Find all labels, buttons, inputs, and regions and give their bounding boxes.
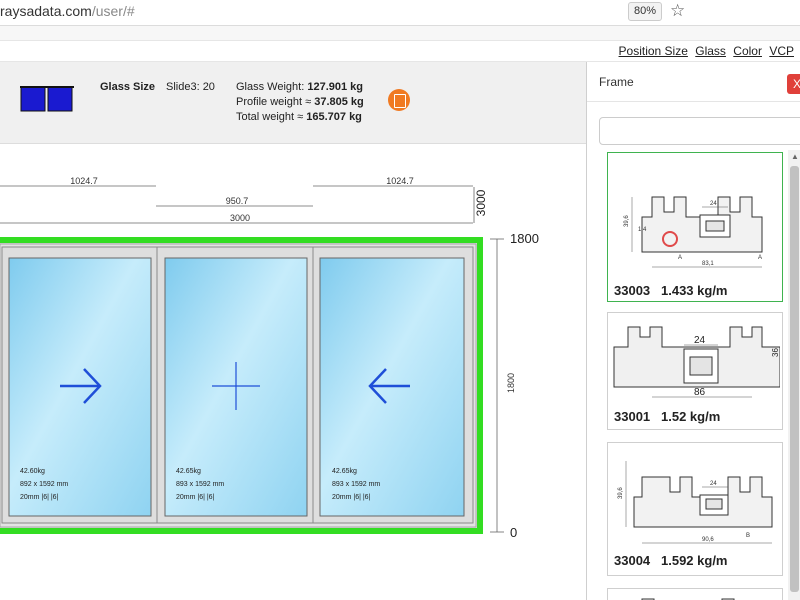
side-panel-header: Frame X: [587, 62, 800, 102]
nav-color[interactable]: Color: [733, 44, 762, 58]
profile-weight-row: Profile weight ≈ 37.805 kg: [236, 96, 364, 108]
profile-code: 33001: [614, 409, 651, 424]
profile-c-dim-24: 24: [710, 481, 717, 487]
browser-bar: raysadata.com/user/# 80% ☆: [0, 0, 800, 26]
dim-total: 3000: [230, 213, 250, 223]
nav-links: Position Size Glass Color VCP: [615, 44, 794, 58]
slide-label: Slide3: 20: [166, 81, 215, 93]
profile-card-label: 33001 1.52 kg/m: [614, 409, 720, 424]
pane-1-size: 892 x 1592 mm: [20, 481, 68, 488]
pane-1-spec: 20mm |6| |6|: [20, 494, 59, 501]
profile-c-mark: B: [746, 533, 750, 539]
profile-weight-value: 37.805 kg: [314, 96, 364, 108]
profile-a-dim-24: 24: [710, 201, 717, 207]
profile-search-input[interactable]: [599, 117, 800, 145]
pane-3-spec: 20mm |6| |6|: [332, 494, 371, 501]
pane-2-weight: 42.65kg: [176, 468, 201, 475]
profile-a-mark-right: A: [758, 255, 762, 261]
profile-b-dim-86: 86: [694, 387, 706, 398]
profile-code: 33004: [614, 553, 651, 568]
profile-card-33004[interactable]: 39,6 24 90,6 B 33004 1.592 kg/m: [607, 442, 783, 576]
glass-weight-value: 127.901 kg: [307, 81, 363, 93]
pane-3-size: 893 x 1592 mm: [332, 481, 380, 488]
profile-c-dim-39: 39,6: [618, 487, 624, 499]
glass-weight-row: Glass Weight: 127.901 kg: [236, 81, 363, 93]
dim-middle: 950.7: [226, 196, 249, 206]
app-strip: [0, 26, 800, 40]
address-bar[interactable]: raysadata.com/user/#: [0, 3, 135, 19]
profile-drawing-33001: 24 86 36: [613, 326, 780, 398]
profile-drawing-partial: [641, 598, 735, 600]
window-thumbnail[interactable]: [20, 86, 74, 112]
profile-c-dim-90: 90,6: [702, 537, 714, 543]
nav-vcp[interactable]: VCP: [769, 44, 794, 58]
dim-height-mid: 1800: [506, 373, 516, 393]
dim-left: 1024.7: [70, 176, 98, 186]
profile-weight: 1.433 kg/m: [661, 283, 728, 298]
pane-2-size: 893 x 1592 mm: [176, 481, 224, 488]
profile-a-dim-83: 83,1: [702, 261, 714, 267]
profile-drawing-33004: 39,6 24 90,6 B: [618, 461, 773, 544]
close-button[interactable]: X: [787, 74, 800, 94]
profile-b-dim-24: 24: [694, 335, 706, 346]
dim-height-bottom: 0: [510, 525, 517, 540]
pane-3-weight: 42.65kg: [332, 468, 357, 475]
dim-height-top: 1800: [510, 231, 539, 246]
pane-1-weight: 42.60kg: [20, 468, 45, 475]
scroll-thumb[interactable]: [790, 166, 799, 592]
scroll-up-icon[interactable]: ▲: [791, 152, 799, 161]
profile-drawing-33003: 39,6 1,4 24 83,1 A A: [624, 196, 763, 268]
dim-total-vertical: 3000: [474, 189, 488, 216]
profile-a-dim-39: 39,6: [624, 215, 630, 227]
profile-card-33003[interactable]: 39,6 1,4 24 83,1 A A 33003 1.433 kg/m: [607, 152, 783, 302]
weights-summary: Glass Weight: 127.901 kg Profile weight …: [236, 80, 364, 125]
profile-b-dim-36: 36: [771, 348, 780, 357]
dim-right: 1024.7: [386, 176, 414, 186]
profile-weight: 1.52 kg/m: [661, 409, 721, 424]
nav-glass[interactable]: Glass: [695, 44, 726, 58]
glass-size-label: Glass Size: [100, 81, 156, 93]
url-host: raysadata.com: [0, 3, 92, 19]
nav-bar: Position Size Glass Color VCP: [0, 40, 800, 62]
profile-a-mark-left: A: [678, 255, 682, 261]
zoom-badge[interactable]: 80%: [628, 2, 662, 21]
window-drawing: 1024.7 1024.7 950.7 3000 3000 1800 1800 …: [0, 176, 539, 540]
profile-weight: 1.592 kg/m: [661, 553, 728, 568]
total-weight-row: Total weight ≈ 165.707 kg: [236, 111, 362, 123]
side-panel-scrollbar[interactable]: ▲: [788, 150, 800, 600]
total-weight-value: 165.707 kg: [306, 111, 362, 123]
pane-2-spec: 20mm |6| |6|: [176, 494, 215, 501]
star-icon[interactable]: ☆: [670, 1, 685, 21]
export-icon[interactable]: [388, 89, 410, 111]
profile-card-partial[interactable]: [607, 588, 783, 600]
profile-card-33001[interactable]: 24 86 36 33001 1.52 kg/m: [607, 312, 783, 430]
profile-card-label: 33003 1.433 kg/m: [614, 283, 728, 298]
side-panel-title: Frame: [599, 75, 634, 89]
profile-list: 39,6 1,4 24 83,1 A A 33003 1.433 kg/m 24…: [587, 152, 787, 600]
url-path: /user/#: [91, 3, 135, 19]
profile-card-label: 33004 1.592 kg/m: [614, 553, 728, 568]
frame-side-panel: Frame X 39,6 1,4 24 83,1 A A 33003 1.433…: [586, 62, 800, 600]
profile-a-dim-14: 1,4: [638, 227, 647, 233]
profile-code: 33003: [614, 283, 651, 298]
nav-position-size[interactable]: Position Size: [619, 44, 688, 58]
info-panel: Glass Size Slide3: 20 Glass Weight: 127.…: [0, 62, 586, 144]
